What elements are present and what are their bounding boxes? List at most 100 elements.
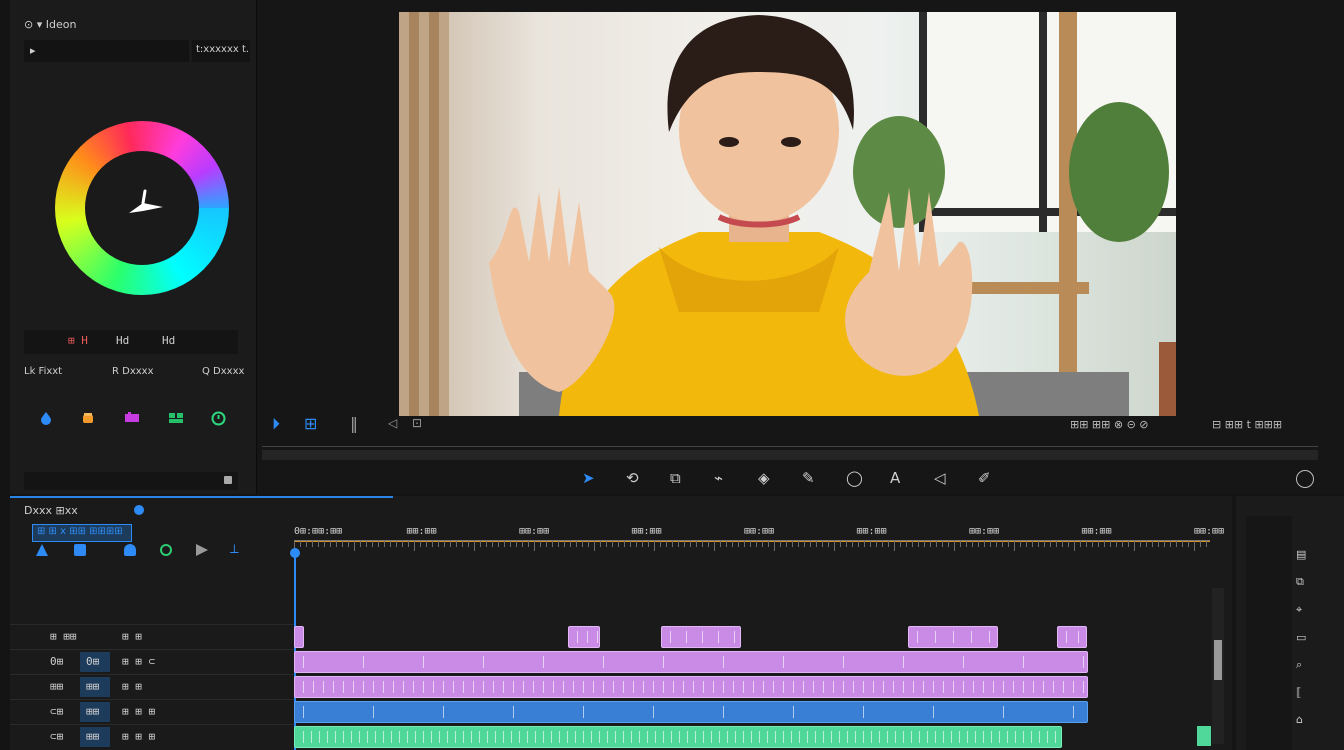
track-toggle[interactable]: ⊞⊞ [80,677,110,697]
frame-button[interactable]: ⊞ [304,414,317,433]
ruler-tick [822,541,823,547]
clip-waveform-mark [373,681,374,693]
dropdown-secondary[interactable]: t:xxxxxx t. [192,40,250,62]
timeline-clip[interactable] [1057,626,1087,648]
timeline-clip[interactable] [294,701,1088,723]
timeline-clip[interactable] [568,626,600,648]
ruler-tick [660,541,661,547]
clip-waveform-mark [733,681,734,693]
timeline-scrollbar[interactable] [1212,588,1224,744]
chat-icon[interactable]: ▭ [1296,631,1306,644]
play-button[interactable]: ⏵ [272,414,280,434]
ruler-tick [918,541,919,547]
timeline-scroll-thumb[interactable] [1214,640,1222,680]
link-icon[interactable]: ⟂ [230,542,239,557]
track-toggle[interactable]: ⊞⊞ [80,702,110,722]
select-tool[interactable]: ➤ [582,469,595,487]
ruler-tick [852,541,853,547]
ruler-tick [318,541,319,547]
track-controls[interactable]: ⊞ ⊞ [122,630,142,643]
timeline-clip[interactable] [294,626,304,648]
marker-icon[interactable] [36,544,48,556]
copy-icon[interactable]: ⧉ [1296,575,1306,589]
lock-fix-button[interactable]: Lk Fixxt [24,366,62,377]
ruler-tick [510,541,511,547]
bracket-icon[interactable]: ⟦ [1296,686,1306,699]
back-tool[interactable]: ◁ [934,469,946,487]
playhead-handle[interactable] [290,548,300,558]
clip-waveform-mark [1078,631,1079,643]
clip-waveform-mark [363,681,364,693]
bottom-field[interactable] [24,472,238,490]
shape-tool[interactable]: ◯ [846,469,863,487]
grid-icon[interactable] [168,410,184,426]
view-controls[interactable]: ⊞⊞ ⊞⊞ ⊗ ⊝ ⊘ [1070,418,1149,431]
track-header-row[interactable]: ⊞ ⊞⊞ ⊞ ⊞ [10,624,294,649]
track-controls[interactable]: ⊞ ⊞ [122,680,142,693]
list-icon[interactable]: ▤ [1296,548,1306,561]
timeline-clip[interactable] [294,726,1062,748]
dropdown-field[interactable]: ▸ [24,40,189,62]
flag-icon[interactable] [196,544,208,556]
ruler-tick [552,541,553,547]
search-button[interactable]: Q Dxxxx [202,366,244,377]
reset-button[interactable]: R Dxxxx [112,366,154,377]
palette-icon[interactable] [124,410,140,426]
shield-icon[interactable] [124,544,136,556]
preview-scrubber[interactable] [262,436,1318,462]
clip-waveform-mark [513,706,514,718]
droplet-icon[interactable] [38,410,54,426]
timeline-clip[interactable] [294,651,1088,673]
track-toggle[interactable]: 0⊞ [80,652,110,672]
timeline-badge[interactable]: ⊞ ⊞ x ⊞⊞ ⊞⊞⊞⊞ [32,524,132,542]
prev-button[interactable]: ◁ [388,416,397,430]
ruler-tick [744,541,745,547]
clip-waveform-mark [647,731,648,743]
track-controls[interactable]: ⊞ ⊞ ⊂ [122,655,155,668]
track-header-row[interactable]: ⊞⊞ ⊞⊞ ⊞ ⊞ [10,674,294,699]
clip-waveform-mark [703,731,704,743]
video-preview[interactable] [399,12,1176,416]
settings-icon[interactable] [1296,470,1314,488]
clip-waveform-mark [543,731,544,743]
time-ruler[interactable]: 0⊞:⊞⊞:⊞⊞ ⊞⊞:⊞⊞ ⊞⊞:⊞⊞ ⊞⊞:⊞⊞ ⊞⊞:⊞⊞ ⊞⊞:⊞⊞ ⊞⊞:⊞⊞ ⊞⊞… [294,526,1224,551]
color-picker-handle-icon[interactable] [125,189,169,225]
track-controls[interactable]: ⊞ ⊞ ⊞ [122,705,155,718]
clip-waveform-mark [1039,731,1040,743]
track-header-row[interactable]: ⊂⊞ ⊞⊞ ⊞ ⊞ ⊞ [10,724,294,749]
track-toggle[interactable]: ⊞⊞ [80,727,110,747]
clock-icon[interactable] [210,410,226,426]
ruler-tick [1050,541,1051,547]
text-tool[interactable]: A [890,469,900,487]
clip-waveform-mark [671,731,672,743]
clip-waveform-mark [953,631,954,643]
track-controls[interactable]: ⊞ ⊞ ⊞ [122,730,155,743]
brush-tool[interactable]: ✐ [978,469,991,487]
ruler-tick [858,541,859,547]
timeline-clip[interactable] [908,626,998,648]
cut-tool[interactable]: ⌁ [714,469,723,487]
clip-waveform-mark [423,656,424,668]
track-header-row[interactable]: 0⊞ 0⊞ ⊞ ⊞ ⊂ [10,649,294,674]
clip-waveform-mark [895,731,896,743]
clip-waveform-mark [863,706,864,718]
pin-icon[interactable]: ⌖ [1296,603,1306,617]
timeline-clip[interactable] [294,676,1088,698]
clip-waveform-mark [803,681,804,693]
ruler-tick [420,541,421,547]
filter-icon[interactable]: ⌕ [1296,658,1306,672]
pause-button[interactable]: ‖ [350,414,358,433]
timeline-clip[interactable] [661,626,741,648]
lock-icon[interactable]: ⌂ [1296,713,1306,726]
snap-icon[interactable] [74,544,86,556]
crop-tool[interactable]: ⧉ [670,469,681,487]
mask-tool[interactable]: ◈ [758,469,770,487]
globe-icon[interactable] [160,544,172,556]
clip-waveform-mark [623,681,624,693]
color-wheel[interactable] [55,121,229,295]
bucket-icon[interactable] [80,410,96,426]
pen-tool[interactable]: ✎ [802,469,815,487]
fit-button[interactable]: ⊡ [412,416,422,430]
rotate-tool[interactable]: ⟲ [626,469,639,487]
track-header-row[interactable]: ⊂⊞ ⊞⊞ ⊞ ⊞ ⊞ [10,699,294,724]
